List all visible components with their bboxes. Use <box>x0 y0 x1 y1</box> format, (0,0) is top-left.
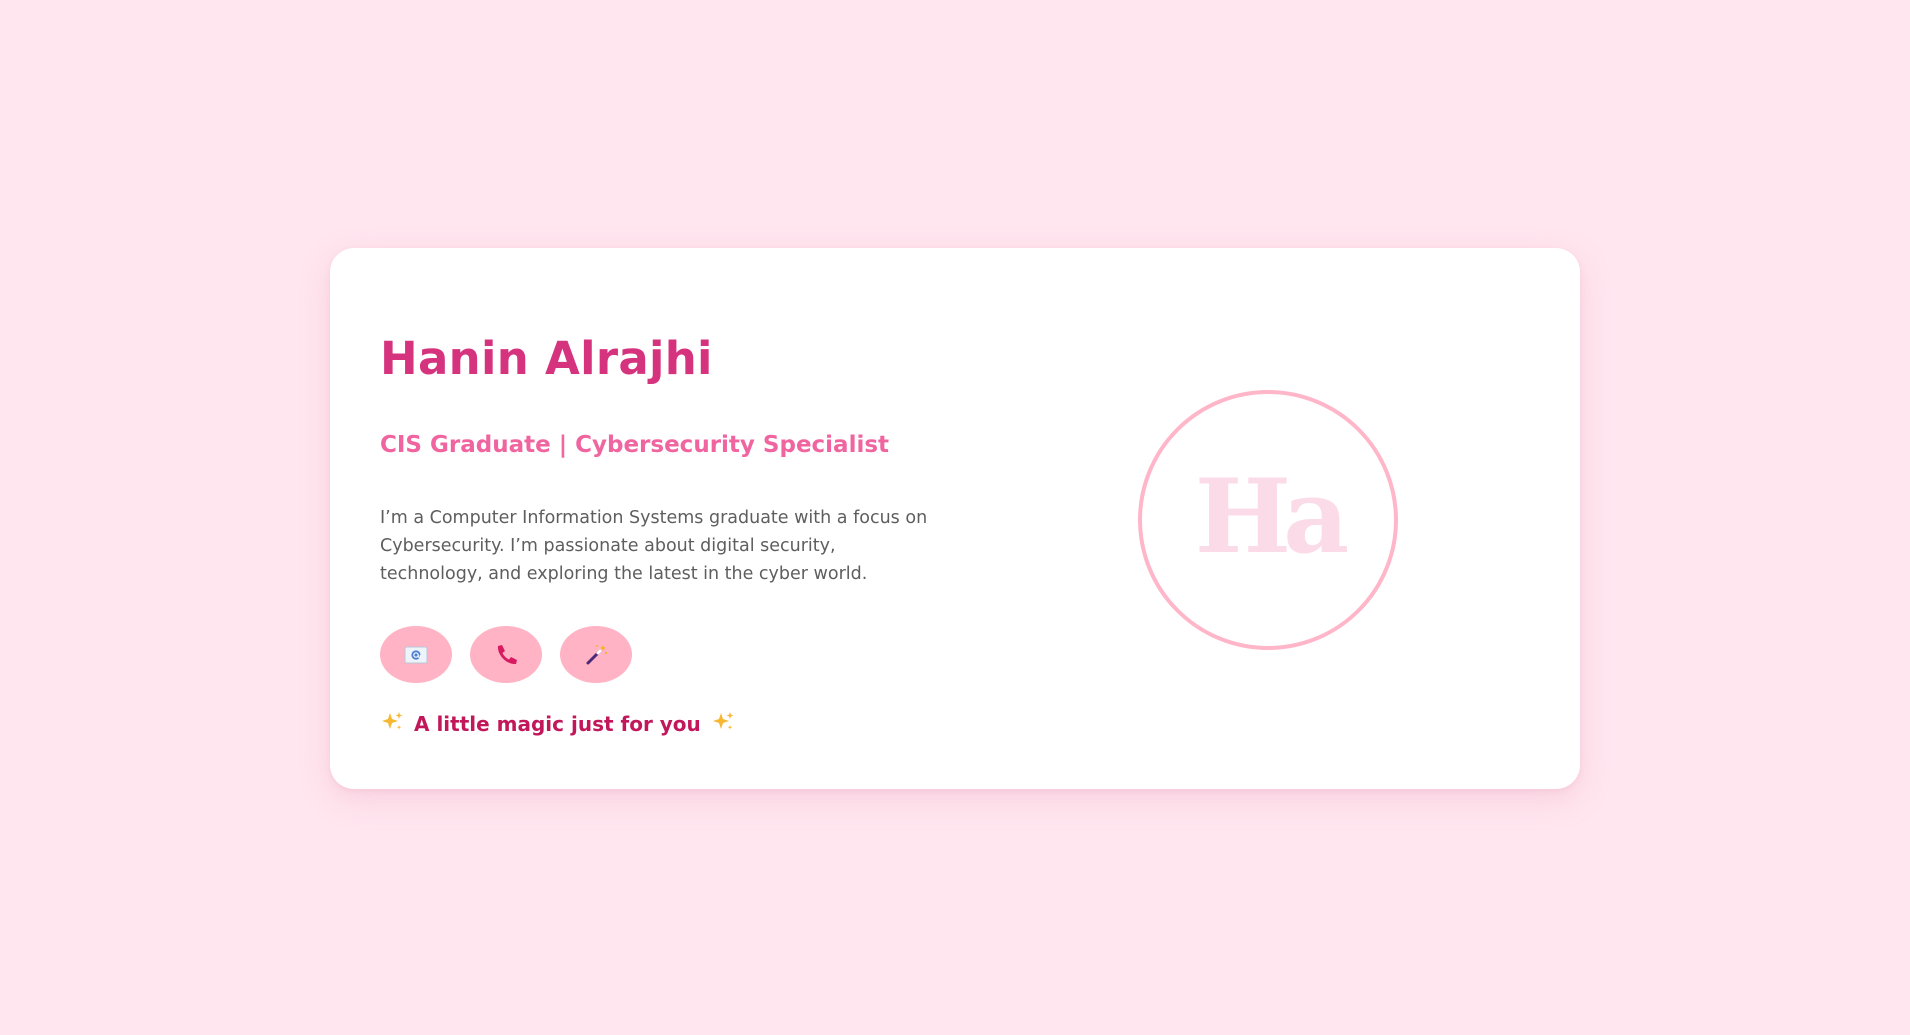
phone-icon <box>493 642 519 668</box>
phone-button[interactable] <box>470 626 542 683</box>
magic-tagline: A little magic just for you <box>380 710 735 738</box>
email-button[interactable] <box>380 626 452 683</box>
magic-wand-icon <box>583 642 609 668</box>
email-icon <box>404 646 428 664</box>
magic-button[interactable] <box>560 626 632 683</box>
profile-bio: I’m a Computer Information Systems gradu… <box>380 508 928 584</box>
profile-subtitle: CIS Graduate | Cybersecurity Specialist <box>380 432 890 458</box>
profile-card: Hanin Alrajhi CIS Graduate | Cybersecuri… <box>330 248 1580 789</box>
profile-name: Hanin Alrajhi <box>380 332 713 385</box>
monogram-logo: Ha <box>1138 390 1398 650</box>
contact-buttons <box>380 626 632 683</box>
sparkles-icon <box>380 710 404 738</box>
monogram-text: Ha <box>1194 457 1349 577</box>
magic-text: A little magic just for you <box>414 712 701 736</box>
sparkles-icon <box>711 710 735 738</box>
